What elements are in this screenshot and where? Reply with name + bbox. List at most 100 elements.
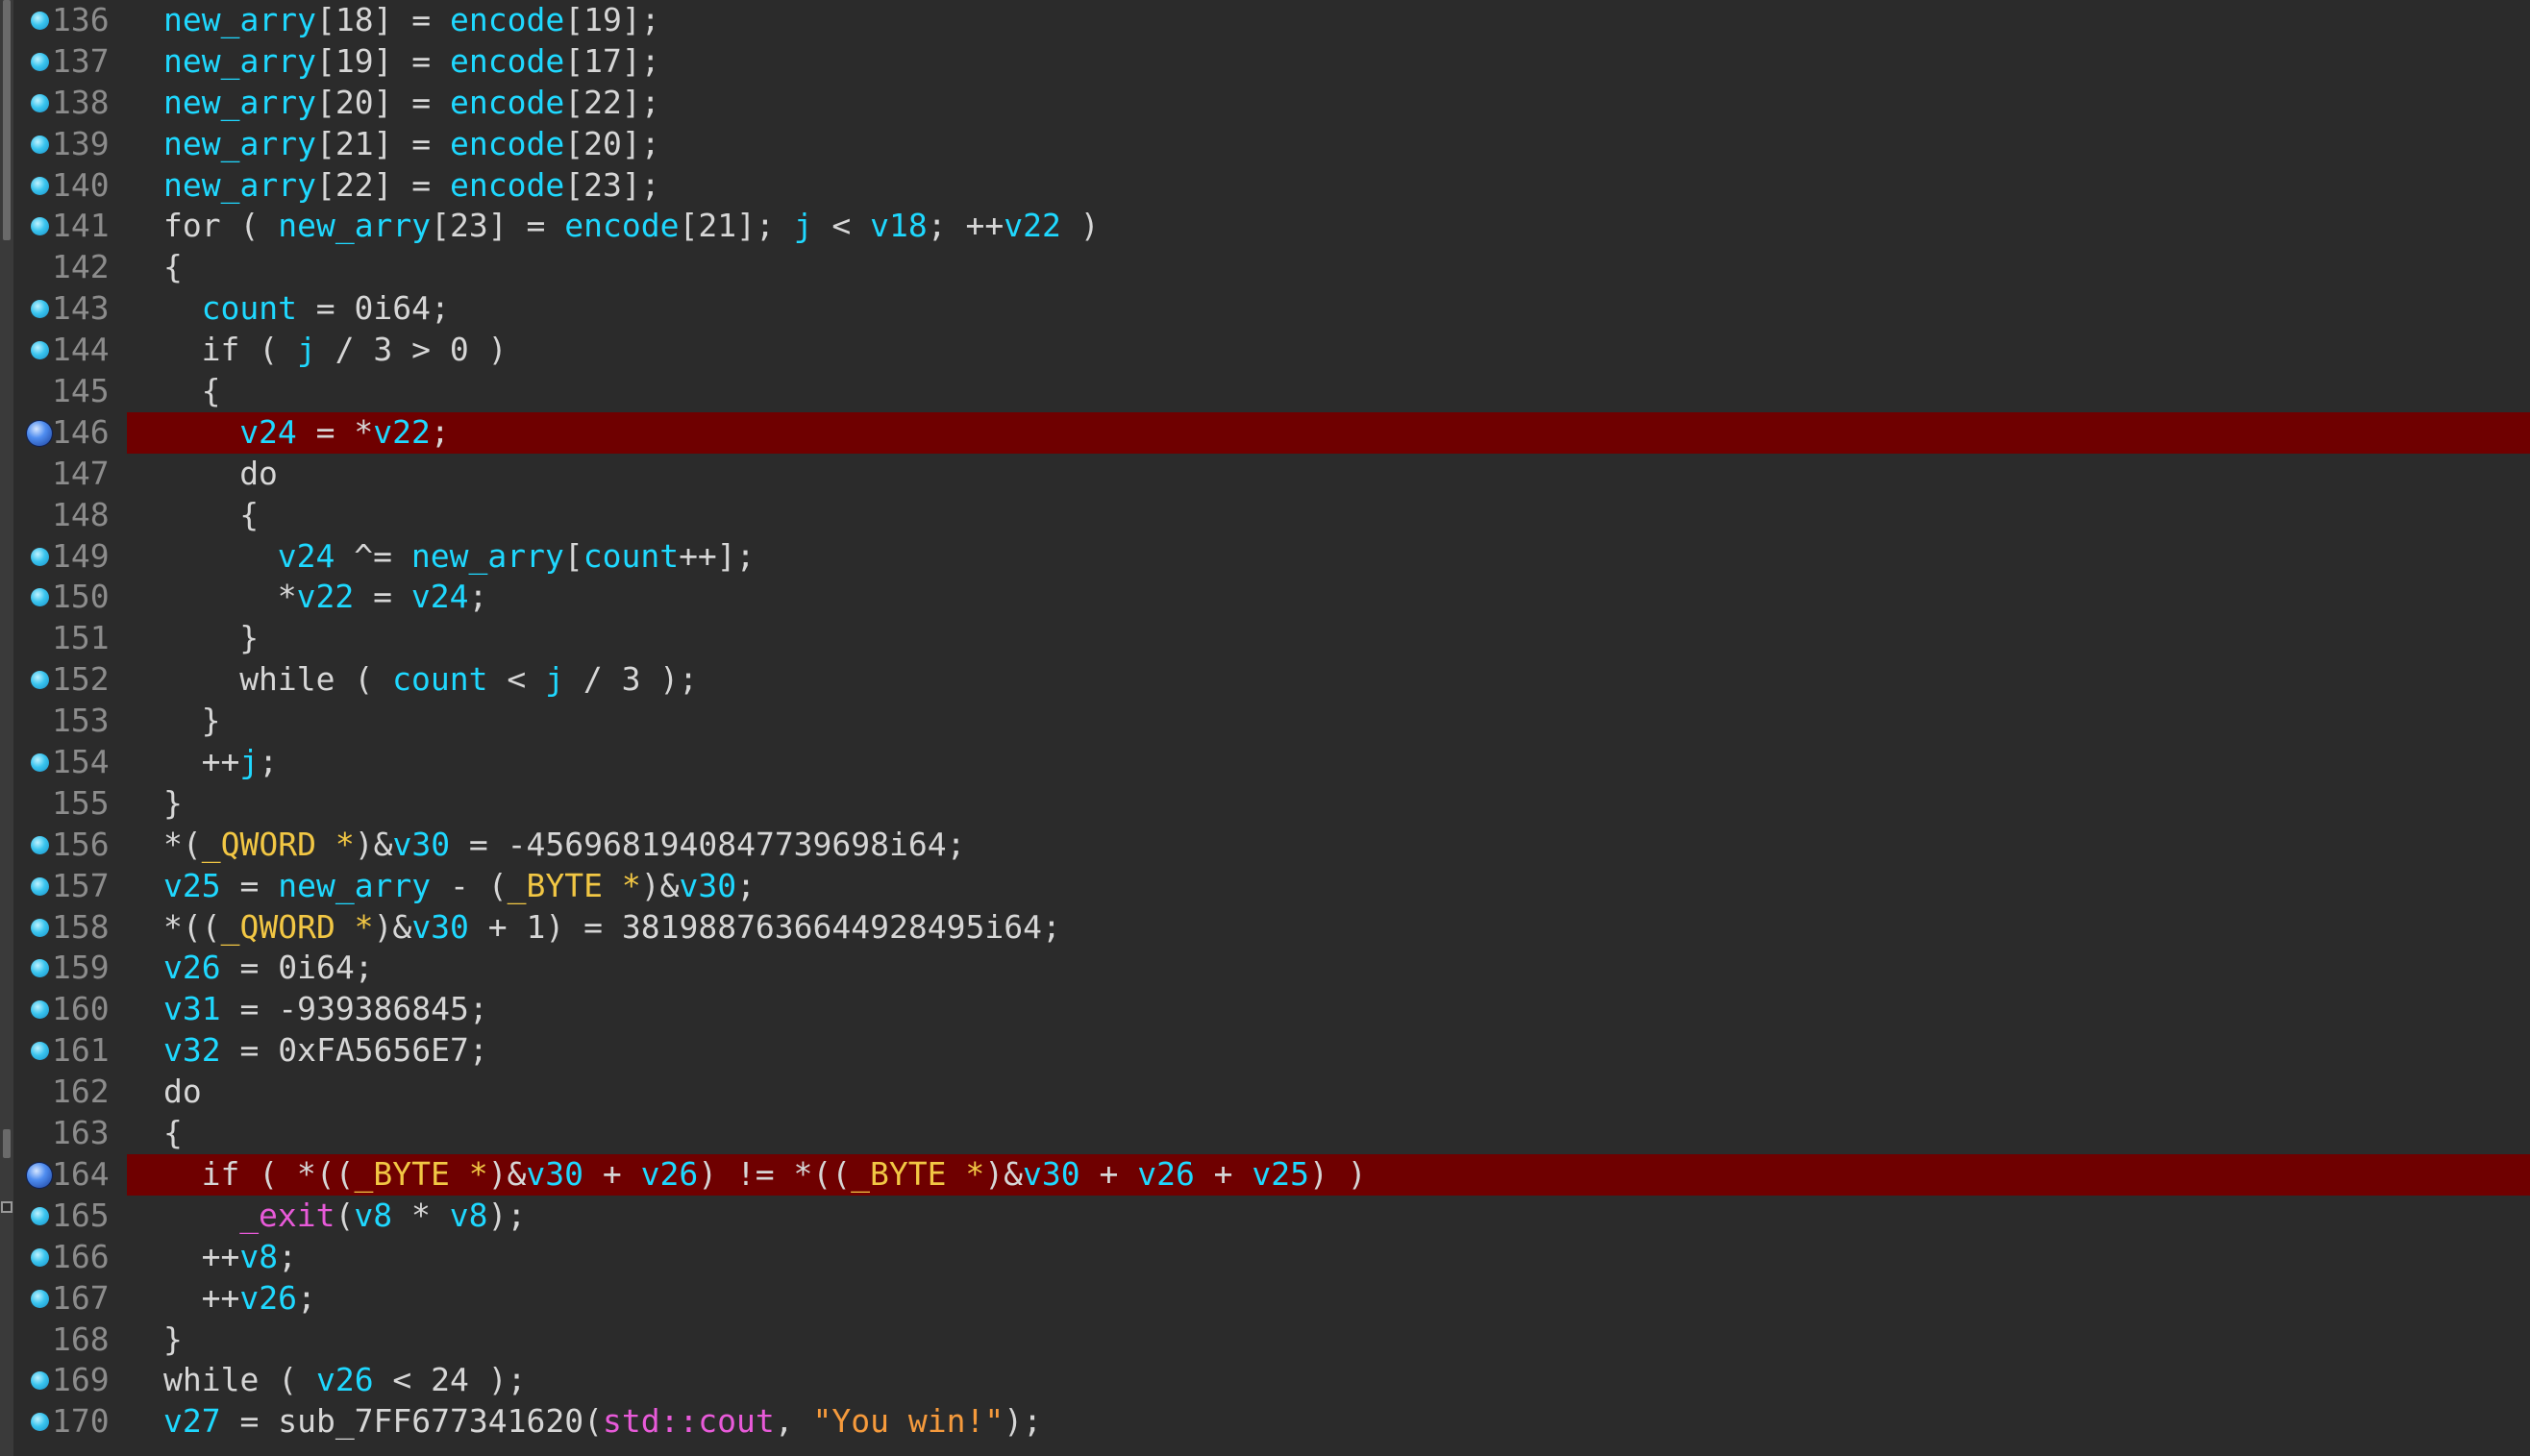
- line-gutter[interactable]: 170: [13, 1401, 127, 1443]
- vertical-scrollbar[interactable]: [0, 0, 13, 1456]
- line-gutter[interactable]: 155: [13, 783, 127, 825]
- code-line[interactable]: 149 v24 ^= new_arry[count++];: [13, 536, 2530, 578]
- breakpoint-active-icon[interactable]: [27, 1162, 52, 1188]
- code-line[interactable]: 147 do: [13, 454, 2530, 495]
- code-line[interactable]: 165 _exit(v8 * v8);: [13, 1196, 2530, 1237]
- line-gutter[interactable]: 143: [13, 288, 127, 330]
- breakpoint-icon[interactable]: [31, 1206, 49, 1225]
- code-line[interactable]: 166 ++v8;: [13, 1237, 2530, 1278]
- code-line[interactable]: 156 *(_QWORD *)&v30 = -456968194084773969…: [13, 825, 2530, 866]
- collapse-marker-icon[interactable]: [1, 1201, 12, 1213]
- breakpoint-icon[interactable]: [31, 1371, 49, 1391]
- code-line[interactable]: 152 while ( count < j / 3 );: [13, 659, 2530, 701]
- line-gutter[interactable]: 161: [13, 1030, 127, 1072]
- line-gutter[interactable]: 162: [13, 1072, 127, 1113]
- line-gutter[interactable]: 149: [13, 536, 127, 578]
- line-gutter[interactable]: 136: [13, 0, 127, 41]
- breakpoint-icon[interactable]: [31, 135, 49, 154]
- pseudocode-view[interactable]: 136 new_arry[18] = encode[19]; 137 new_arry…: [0, 0, 2530, 1456]
- line-gutter[interactable]: 166: [13, 1237, 127, 1278]
- breakpoint-icon[interactable]: [31, 1000, 49, 1020]
- code-line[interactable]: 137 new_arry[19] = encode[17];: [13, 41, 2530, 83]
- breakpoint-icon[interactable]: [31, 959, 49, 978]
- breakpoint-icon[interactable]: [31, 93, 49, 112]
- code-line[interactable]: 140 new_arry[22] = encode[23];: [13, 165, 2530, 207]
- code-line[interactable]: 167 ++v26;: [13, 1278, 2530, 1320]
- line-gutter[interactable]: 169: [13, 1360, 127, 1401]
- code-line[interactable]: 157 v25 = new_arry - (_BYTE *)&v30;: [13, 866, 2530, 907]
- code-line[interactable]: 168}: [13, 1320, 2530, 1361]
- code-line[interactable]: 159 v26 = 0i64;: [13, 948, 2530, 989]
- code-line[interactable]: 150 *v22 = v24;: [13, 577, 2530, 618]
- breakpoint-icon[interactable]: [31, 300, 49, 319]
- line-gutter[interactable]: 154: [13, 742, 127, 783]
- breakpoint-icon[interactable]: [31, 876, 49, 896]
- code-line[interactable]: 163 {: [13, 1113, 2530, 1154]
- code-line[interactable]: 145 {: [13, 371, 2530, 412]
- breakpoint-icon[interactable]: [31, 918, 49, 937]
- breakpoint-icon[interactable]: [31, 12, 49, 30]
- code-line[interactable]: 144 if ( j / 3 > 0 ): [13, 330, 2530, 371]
- breakpoint-icon[interactable]: [31, 341, 49, 360]
- code-line[interactable]: 154 ++j;: [13, 742, 2530, 783]
- line-gutter[interactable]: 146: [13, 411, 127, 454]
- line-gutter[interactable]: 163: [13, 1113, 127, 1154]
- breakpoint-icon[interactable]: [31, 547, 49, 566]
- code-line[interactable]: 162 do: [13, 1072, 2530, 1113]
- breakpoint-icon[interactable]: [31, 176, 49, 195]
- code-line-highlighted[interactable]: 164 if ( *((_BYTE *)&v30 + v26) != *((_BY…: [13, 1153, 2530, 1196]
- code-line[interactable]: 142 {: [13, 247, 2530, 288]
- code-line[interactable]: 158 *((_QWORD *)&v30 + 1) = 3819887636644…: [13, 907, 2530, 949]
- breakpoint-icon[interactable]: [31, 1413, 49, 1432]
- breakpoint-icon[interactable]: [31, 835, 49, 854]
- line-gutter[interactable]: 144: [13, 330, 127, 371]
- line-gutter[interactable]: 139: [13, 124, 127, 165]
- breakpoint-icon[interactable]: [31, 753, 49, 773]
- line-gutter[interactable]: 165: [13, 1196, 127, 1237]
- line-gutter[interactable]: 147: [13, 454, 127, 495]
- code-line[interactable]: 143 count = 0i64;: [13, 288, 2530, 330]
- line-gutter[interactable]: 137: [13, 41, 127, 83]
- breakpoint-active-icon[interactable]: [27, 420, 52, 446]
- line-gutter[interactable]: 168: [13, 1320, 127, 1361]
- line-gutter[interactable]: 158: [13, 907, 127, 949]
- code-line[interactable]: 170 v27 = sub_7FF677341620(std::cout, "Yo…: [13, 1401, 2530, 1443]
- line-gutter[interactable]: 151: [13, 618, 127, 659]
- scrollbar-thumb-lower[interactable]: [3, 1129, 11, 1158]
- line-gutter[interactable]: 140: [13, 165, 127, 207]
- line-gutter[interactable]: 141: [13, 206, 127, 247]
- line-gutter[interactable]: 156: [13, 825, 127, 866]
- breakpoint-icon[interactable]: [31, 1042, 49, 1061]
- breakpoint-icon[interactable]: [31, 1247, 49, 1267]
- breakpoint-icon[interactable]: [31, 588, 49, 607]
- line-gutter[interactable]: 138: [13, 83, 127, 124]
- line-gutter[interactable]: 148: [13, 495, 127, 536]
- code-line[interactable]: 136 new_arry[18] = encode[19];: [13, 0, 2530, 41]
- code-line[interactable]: 161 v32 = 0xFA5656E7;: [13, 1030, 2530, 1072]
- line-gutter[interactable]: 159: [13, 948, 127, 989]
- breakpoint-icon[interactable]: [31, 1289, 49, 1308]
- code-line[interactable]: 138 new_arry[20] = encode[22];: [13, 83, 2530, 124]
- scrollbar-thumb[interactable]: [3, 0, 11, 240]
- breakpoint-icon[interactable]: [31, 52, 49, 71]
- breakpoint-icon[interactable]: [31, 671, 49, 690]
- code-line[interactable]: 151}: [13, 618, 2530, 659]
- line-gutter[interactable]: 167: [13, 1278, 127, 1320]
- code-line[interactable]: 155}: [13, 783, 2530, 825]
- line-gutter[interactable]: 160: [13, 989, 127, 1030]
- code-line[interactable]: 153}: [13, 701, 2530, 742]
- line-gutter[interactable]: 152: [13, 659, 127, 701]
- code-line-highlighted[interactable]: 146 v24 = *v22;: [13, 411, 2530, 454]
- code-line[interactable]: 139 new_arry[21] = encode[20];: [13, 124, 2530, 165]
- breakpoint-icon[interactable]: [31, 217, 49, 236]
- line-gutter[interactable]: 145: [13, 371, 127, 412]
- line-gutter[interactable]: 153: [13, 701, 127, 742]
- code-line[interactable]: 148 {: [13, 495, 2530, 536]
- line-gutter[interactable]: 150: [13, 577, 127, 618]
- line-gutter[interactable]: 157: [13, 866, 127, 907]
- code-line[interactable]: 169 while ( v26 < 24 );: [13, 1360, 2530, 1401]
- code-line[interactable]: 160 v31 = -939386845;: [13, 989, 2530, 1030]
- line-gutter[interactable]: 164: [13, 1153, 127, 1196]
- code-line[interactable]: 141 for ( new_arry[23] = encode[21]; j < …: [13, 206, 2530, 247]
- line-gutter[interactable]: 142: [13, 247, 127, 288]
